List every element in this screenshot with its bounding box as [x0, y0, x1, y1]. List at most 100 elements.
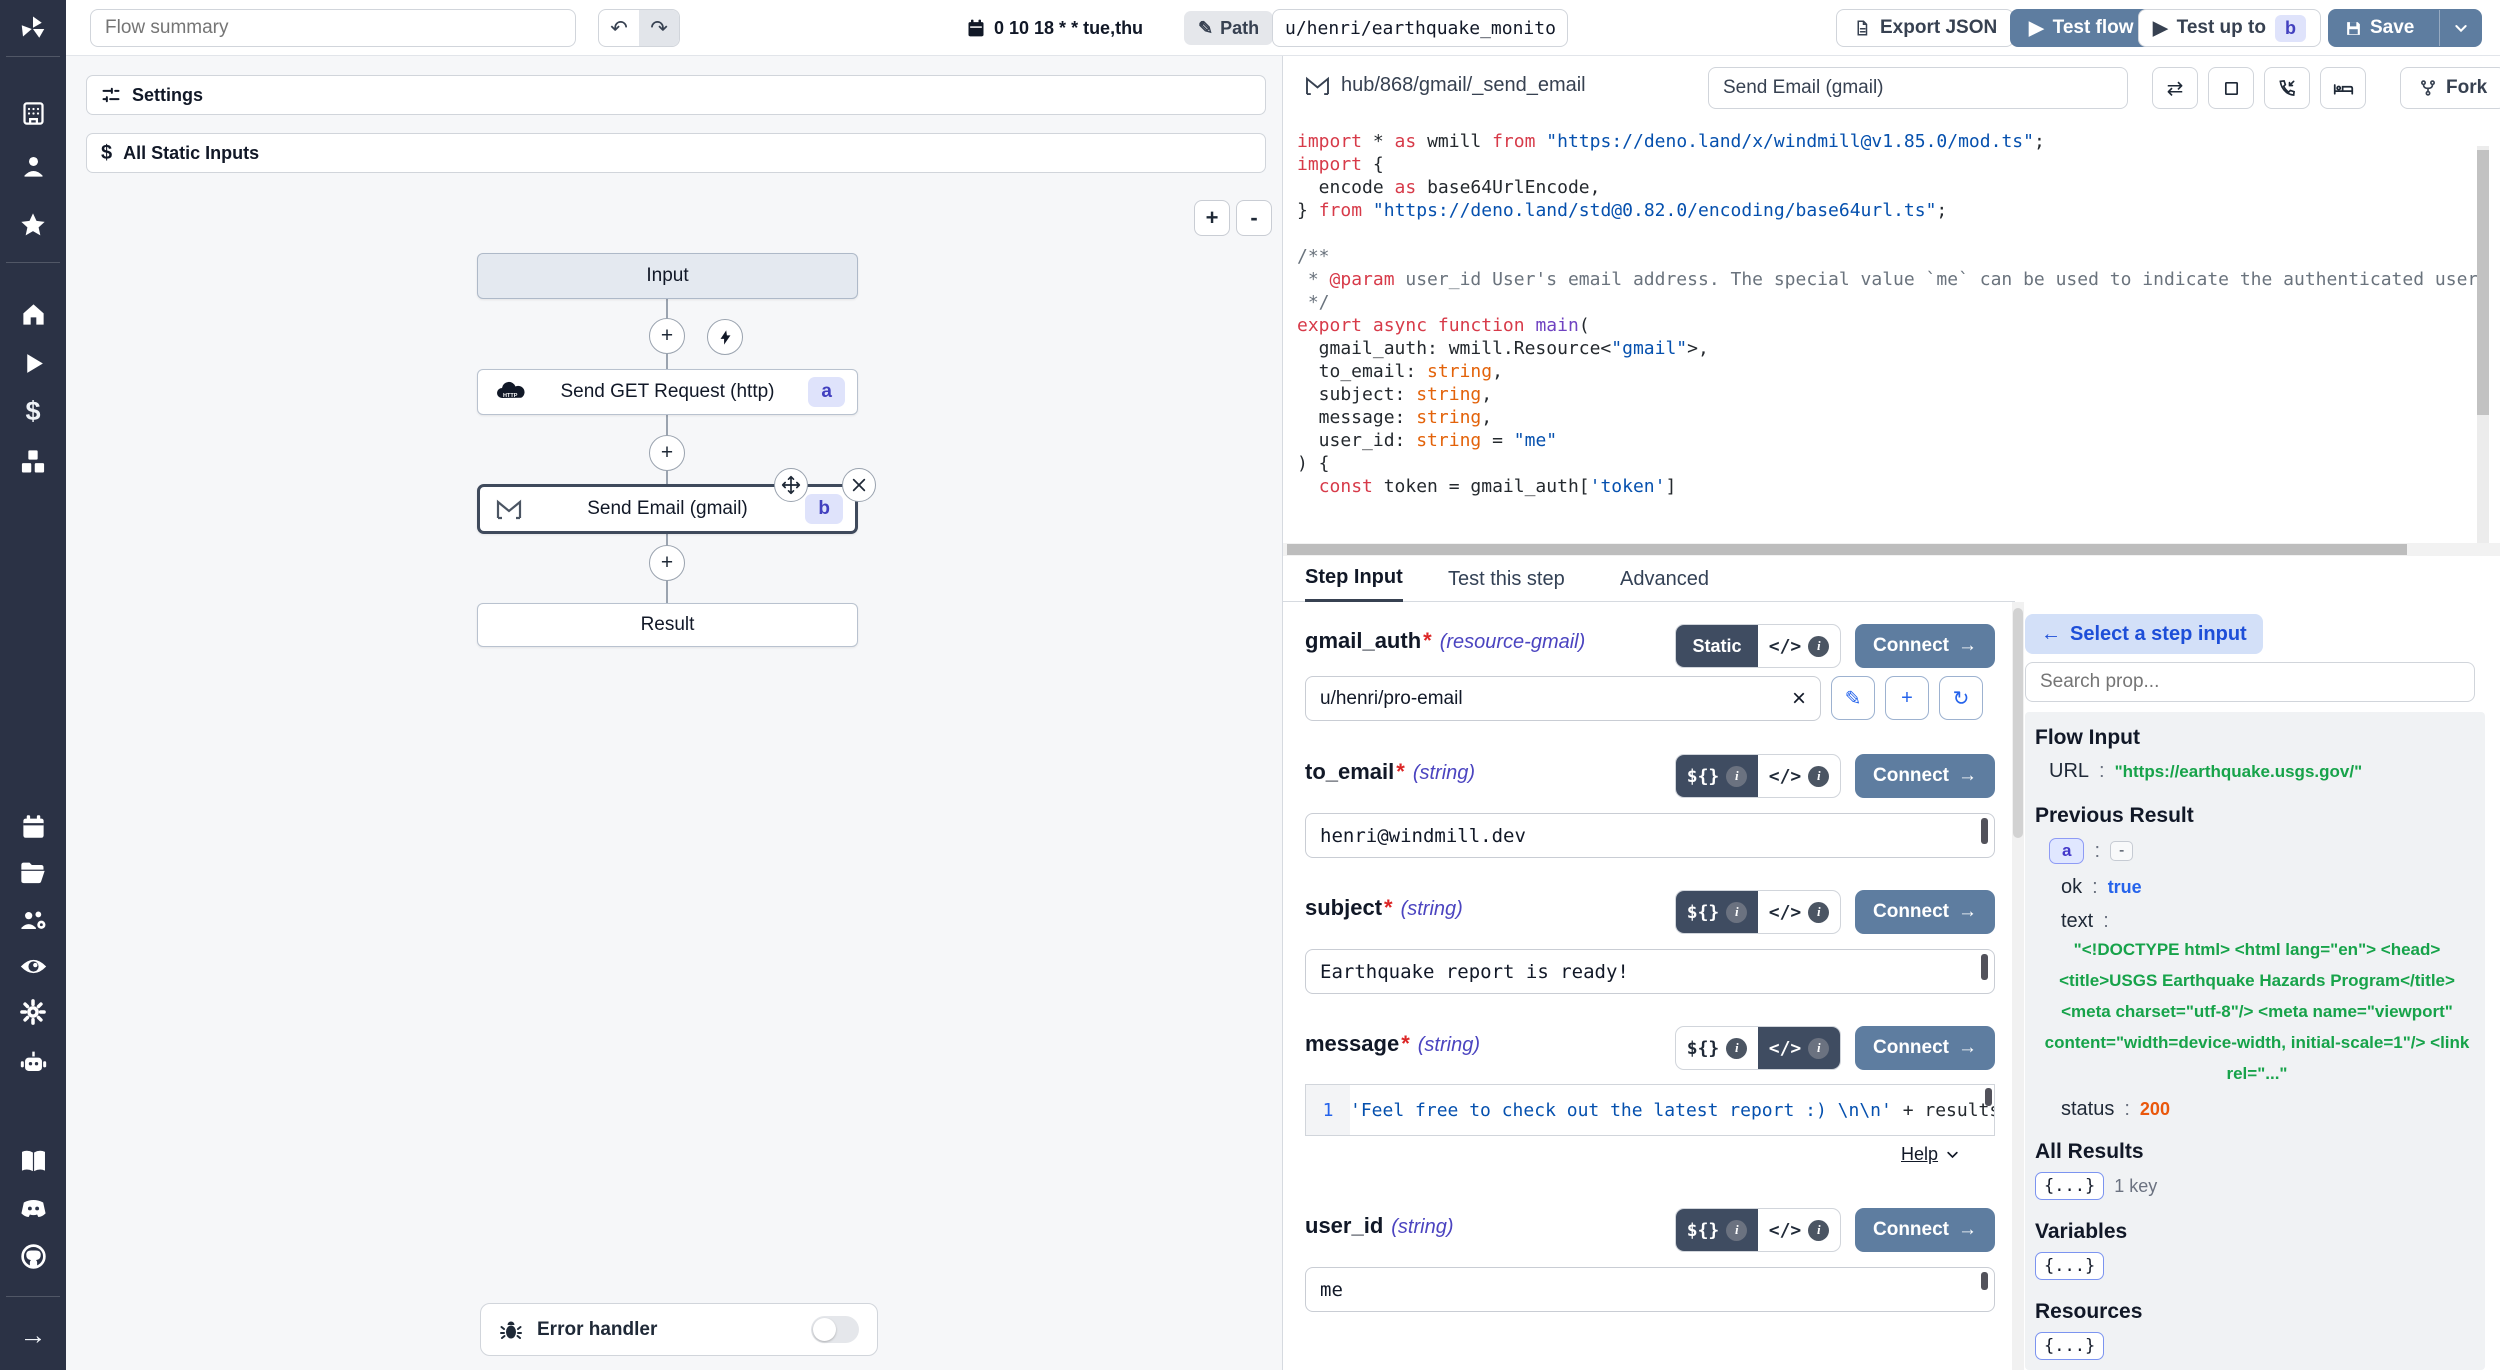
- search-prop-input[interactable]: [2025, 662, 2475, 702]
- code-editor[interactable]: import * as wmill from "https://deno.lan…: [1297, 130, 2493, 543]
- tab-step-input[interactable]: Step Input: [1305, 556, 1403, 602]
- sidebar-item-docs[interactable]: [0, 1144, 66, 1178]
- error-handler-bar[interactable]: Error handler: [480, 1303, 878, 1356]
- add-step-button[interactable]: +: [649, 435, 685, 471]
- mode-template[interactable]: ${}i: [1676, 755, 1758, 797]
- message-code-line[interactable]: 'Feel free to check out the latest repor…: [1350, 1085, 1994, 1135]
- sidebar-expand-icon[interactable]: →: [0, 1318, 66, 1352]
- refresh-resource-button[interactable]: ↻: [1939, 676, 1983, 720]
- message-code-editor[interactable]: 1 'Feel free to check out the latest rep…: [1305, 1084, 1995, 1136]
- sidebar-item-discord[interactable]: [0, 1191, 66, 1225]
- editor-header: hub/868/gmail/_send_email ⇄ Fork: [1283, 56, 2500, 120]
- all-static-inputs-button[interactable]: $ All Static Inputs: [86, 133, 1266, 173]
- mode-template[interactable]: ${}i: [1676, 1209, 1758, 1251]
- mode-javascript[interactable]: </>i: [1758, 891, 1840, 933]
- swap-step-button[interactable]: ⇄: [2152, 67, 2198, 109]
- sleep-step-button[interactable]: [2320, 67, 2366, 109]
- sidebar-item-settings[interactable]: [0, 995, 66, 1029]
- connect-button-user-id[interactable]: Connect→: [1855, 1208, 1995, 1252]
- all-results-object-badge[interactable]: {...}: [2035, 1172, 2104, 1200]
- sidebar-item-github[interactable]: [0, 1239, 66, 1273]
- mode-javascript[interactable]: </>i: [1758, 1027, 1840, 1069]
- sidebar-item-groups[interactable]: [0, 903, 66, 937]
- collapse-toggle[interactable]: -: [2110, 841, 2133, 861]
- add-resource-button[interactable]: +: [1885, 676, 1929, 720]
- error-handler-toggle[interactable]: [811, 1316, 859, 1343]
- help-link[interactable]: Help: [1901, 1144, 1960, 1165]
- user-id-input[interactable]: [1305, 1267, 1995, 1312]
- zoom-in-button[interactable]: +: [1194, 200, 1230, 236]
- input-scrollbar[interactable]: [1981, 1272, 1988, 1290]
- export-json-button[interactable]: Export JSON: [1836, 9, 2014, 47]
- sidebar-item-schedules[interactable]: [0, 809, 66, 843]
- test-up-to-button[interactable]: ▶ Test up to b: [2138, 9, 2321, 47]
- sidebar-item-user[interactable]: [0, 149, 66, 183]
- sidebar-item-folders[interactable]: [0, 855, 66, 889]
- input-scrollbar[interactable]: [1981, 954, 1988, 980]
- save-button[interactable]: Save: [2328, 9, 2482, 47]
- flow-node-result[interactable]: Result: [477, 603, 858, 647]
- suspend-step-button[interactable]: [2264, 67, 2310, 109]
- schedule-display[interactable]: 0 10 18 * * tue,thu: [966, 0, 1143, 56]
- mode-template[interactable]: ${}i: [1676, 891, 1758, 933]
- redo-button[interactable]: ↷: [639, 10, 679, 46]
- step-name-input[interactable]: [1708, 67, 2128, 109]
- windmill-logo-icon[interactable]: [0, 12, 66, 46]
- sidebar-item-variables[interactable]: $: [0, 394, 66, 428]
- trigger-icon[interactable]: [707, 319, 743, 355]
- stop-after-if-button[interactable]: [2208, 67, 2254, 109]
- edit-path-button[interactable]: ✎ Path: [1184, 11, 1273, 45]
- mode-javascript[interactable]: </>i: [1758, 1209, 1840, 1251]
- to-email-input[interactable]: [1305, 813, 1995, 858]
- connect-button-subject[interactable]: Connect→: [1855, 890, 1995, 934]
- fork-button[interactable]: Fork: [2400, 67, 2500, 109]
- sidebar-item-workers[interactable]: [0, 1045, 66, 1079]
- select-step-input-pill[interactable]: ← Select a step input: [2025, 614, 2263, 654]
- ok-key[interactable]: ok: [2061, 876, 2082, 899]
- move-node-handle[interactable]: [774, 468, 808, 502]
- test-flow-button[interactable]: ▶ Test flow: [2010, 9, 2153, 47]
- code-horizontal-scrollbar[interactable]: [1283, 543, 2500, 556]
- status-key[interactable]: status: [2061, 1098, 2114, 1121]
- zoom-out-button[interactable]: -: [1236, 200, 1272, 236]
- input-mode-toggle: ${}i </>i: [1675, 1026, 1841, 1070]
- connect-button-to-email[interactable]: Connect→: [1855, 754, 1995, 798]
- flow-node-input[interactable]: Input: [477, 253, 858, 299]
- resource-picker-gmail-auth[interactable]: u/henri/pro-email ×: [1305, 676, 1821, 721]
- flow-summary-input[interactable]: [90, 9, 576, 47]
- result-a-key[interactable]: a: [2049, 838, 2084, 864]
- mode-static[interactable]: Static: [1676, 625, 1758, 667]
- subject-input[interactable]: [1305, 949, 1995, 994]
- text-value[interactable]: "<!DOCTYPE html> <html lang="en"> <head>…: [2039, 934, 2475, 1089]
- mode-javascript[interactable]: </>i: [1758, 625, 1840, 667]
- tab-test-this-step[interactable]: Test this step: [1448, 556, 1565, 602]
- sidebar-item-audit-logs[interactable]: [0, 949, 66, 983]
- sidebar-item-home[interactable]: [0, 297, 66, 331]
- flow-node-http-get[interactable]: HTTP Send GET Request (http) a: [477, 369, 858, 415]
- add-step-button[interactable]: +: [649, 318, 685, 354]
- resources-object-badge[interactable]: {...}: [2035, 1332, 2104, 1360]
- mode-javascript[interactable]: </>i: [1758, 755, 1840, 797]
- undo-button[interactable]: ↶: [599, 10, 639, 46]
- mode-template[interactable]: ${}i: [1676, 1027, 1758, 1069]
- path-input[interactable]: [1272, 9, 1568, 47]
- variables-object-badge[interactable]: {...}: [2035, 1252, 2104, 1280]
- add-step-button[interactable]: +: [649, 545, 685, 581]
- text-key[interactable]: text: [2061, 910, 2093, 933]
- clear-resource-icon[interactable]: ×: [1792, 685, 1806, 713]
- connect-button-gmail-auth[interactable]: Connect→: [1855, 624, 1995, 668]
- tab-advanced[interactable]: Advanced: [1620, 556, 1709, 602]
- save-dropdown[interactable]: [2439, 10, 2481, 46]
- sidebar-item-runs[interactable]: [0, 346, 66, 380]
- input-scrollbar[interactable]: [1981, 818, 1988, 844]
- connect-button-message[interactable]: Connect→: [1855, 1026, 1995, 1070]
- sidebar-item-workspace[interactable]: [0, 96, 66, 130]
- sidebar-item-favorites[interactable]: [0, 208, 66, 242]
- delete-node-button[interactable]: [842, 468, 876, 502]
- edit-resource-button[interactable]: ✎: [1831, 676, 1875, 720]
- url-key[interactable]: URL: [2049, 760, 2089, 783]
- flow-settings-button[interactable]: Settings: [86, 75, 1266, 115]
- code-vertical-scrollbar[interactable]: [2477, 146, 2489, 543]
- sidebar-item-resources[interactable]: [0, 445, 66, 479]
- form-scrollbar[interactable]: [2012, 602, 2024, 1370]
